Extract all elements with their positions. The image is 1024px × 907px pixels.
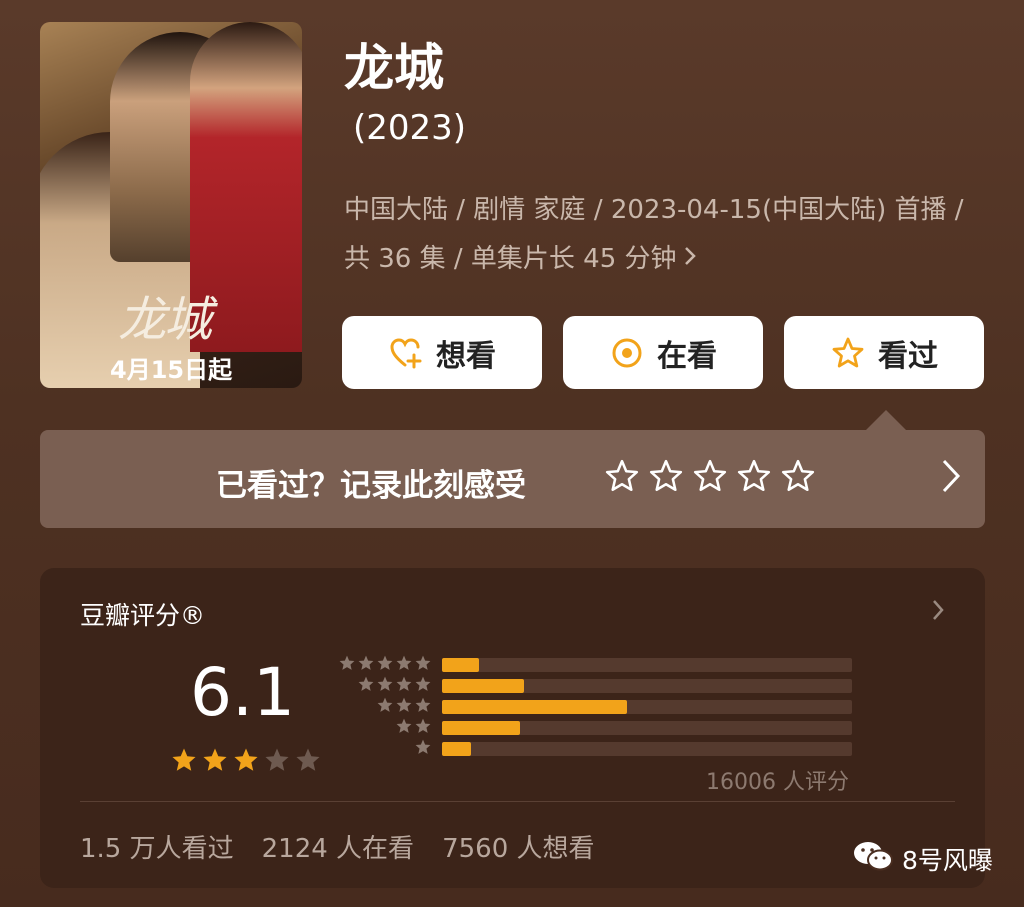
rate-star-1-icon[interactable] [604, 458, 640, 498]
want-to-watch-button[interactable]: 想看 [342, 316, 542, 389]
filled-star-icon [232, 746, 260, 778]
small-star-icon [414, 738, 432, 760]
divider [80, 801, 955, 802]
score-stars [170, 746, 322, 778]
distribution-track [442, 679, 852, 693]
poster-date: 4月15日起 [110, 356, 233, 384]
distribution-row-1-star [332, 739, 852, 756]
empty-star-icon [294, 746, 322, 778]
small-star-icon [338, 654, 356, 676]
rate-stars[interactable] [604, 458, 816, 498]
chevron-right-icon [939, 456, 963, 500]
distribution-track [442, 700, 852, 714]
small-star-icon [395, 675, 413, 697]
poster-title: 龙城 [118, 292, 212, 348]
watched-button[interactable]: 看过 [784, 316, 984, 389]
small-star-icon [376, 675, 394, 697]
watermark: 8号风曝 [852, 840, 993, 878]
distribution-bar [442, 679, 524, 693]
small-star-icon [376, 696, 394, 718]
target-icon [609, 335, 645, 371]
distribution-stars [332, 717, 432, 739]
small-star-icon [414, 696, 432, 718]
watermark-text: 8号风曝 [902, 846, 993, 875]
rate-prompt-bar[interactable]: 已看过？记录此刻感受 [40, 410, 985, 528]
douban-score-card[interactable]: 豆瓣评分® 6.1 16006 人评分 1.5 万人看过 2124 人在看 75… [40, 568, 985, 888]
small-star-icon [395, 717, 413, 739]
distribution-stars [332, 696, 432, 718]
filled-star-icon [170, 746, 198, 778]
distribution-track [442, 742, 852, 756]
small-star-icon [414, 654, 432, 676]
show-meta-text: 中国大陆 / 剧情 家庭 / 2023-04-15(中国大陆) 首播 / 共 3… [344, 195, 964, 274]
score-label: 豆瓣评分® [80, 601, 206, 630]
rate-star-2-icon[interactable] [648, 458, 684, 498]
watching-button[interactable]: 在看 [563, 316, 763, 389]
rate-star-4-icon[interactable] [736, 458, 772, 498]
wechat-icon [852, 840, 894, 878]
distribution-track [442, 721, 852, 735]
rate-star-3-icon[interactable] [692, 458, 728, 498]
filled-star-icon [201, 746, 229, 778]
distribution-row-5-star [332, 655, 852, 672]
score-value: 6.1 [190, 654, 295, 731]
distribution-stars [332, 654, 432, 676]
small-star-icon [357, 675, 375, 697]
distribution-stars [332, 675, 432, 697]
small-star-icon [395, 696, 413, 718]
rating-count: 16006 人评分 [706, 770, 849, 795]
heart-plus-icon [388, 335, 424, 371]
distribution-row-4-star [332, 676, 852, 693]
watched-label: 看过 [878, 338, 938, 374]
chevron-right-icon [931, 598, 945, 626]
distribution-bar [442, 742, 471, 756]
distribution-stars [332, 738, 432, 760]
distribution-bar [442, 721, 520, 735]
star-outline-icon [830, 335, 866, 371]
chevron-right-icon [683, 235, 697, 284]
rate-star-5-icon[interactable] [780, 458, 816, 498]
poster-image[interactable]: 龙城 4月15日起 [40, 22, 302, 388]
distribution-row-2-star [332, 718, 852, 735]
watching-label: 在看 [657, 338, 717, 374]
distribution-bar [442, 658, 479, 672]
rate-prompt-text: 已看过？记录此刻感受 [216, 468, 526, 504]
small-star-icon [414, 717, 432, 739]
stat-watching: 2124 人在看 [261, 834, 415, 864]
empty-star-icon [263, 746, 291, 778]
distribution-bar [442, 700, 627, 714]
distribution-row-3-star [332, 697, 852, 714]
small-star-icon [376, 654, 394, 676]
small-star-icon [414, 675, 432, 697]
want-to-watch-label: 想看 [436, 338, 496, 374]
watch-stats: 1.5 万人看过 2124 人在看 7560 人想看 [80, 828, 595, 865]
small-star-icon [395, 654, 413, 676]
stat-want: 7560 人想看 [442, 834, 595, 864]
show-meta[interactable]: 中国大陆 / 剧情 家庭 / 2023-04-15(中国大陆) 首播 / 共 3… [344, 186, 984, 284]
stat-watched: 1.5 万人看过 [80, 834, 234, 864]
small-star-icon [357, 654, 375, 676]
show-title: 龙城 [344, 39, 444, 97]
show-year: (2023) [353, 108, 467, 148]
distribution-track [442, 658, 852, 672]
